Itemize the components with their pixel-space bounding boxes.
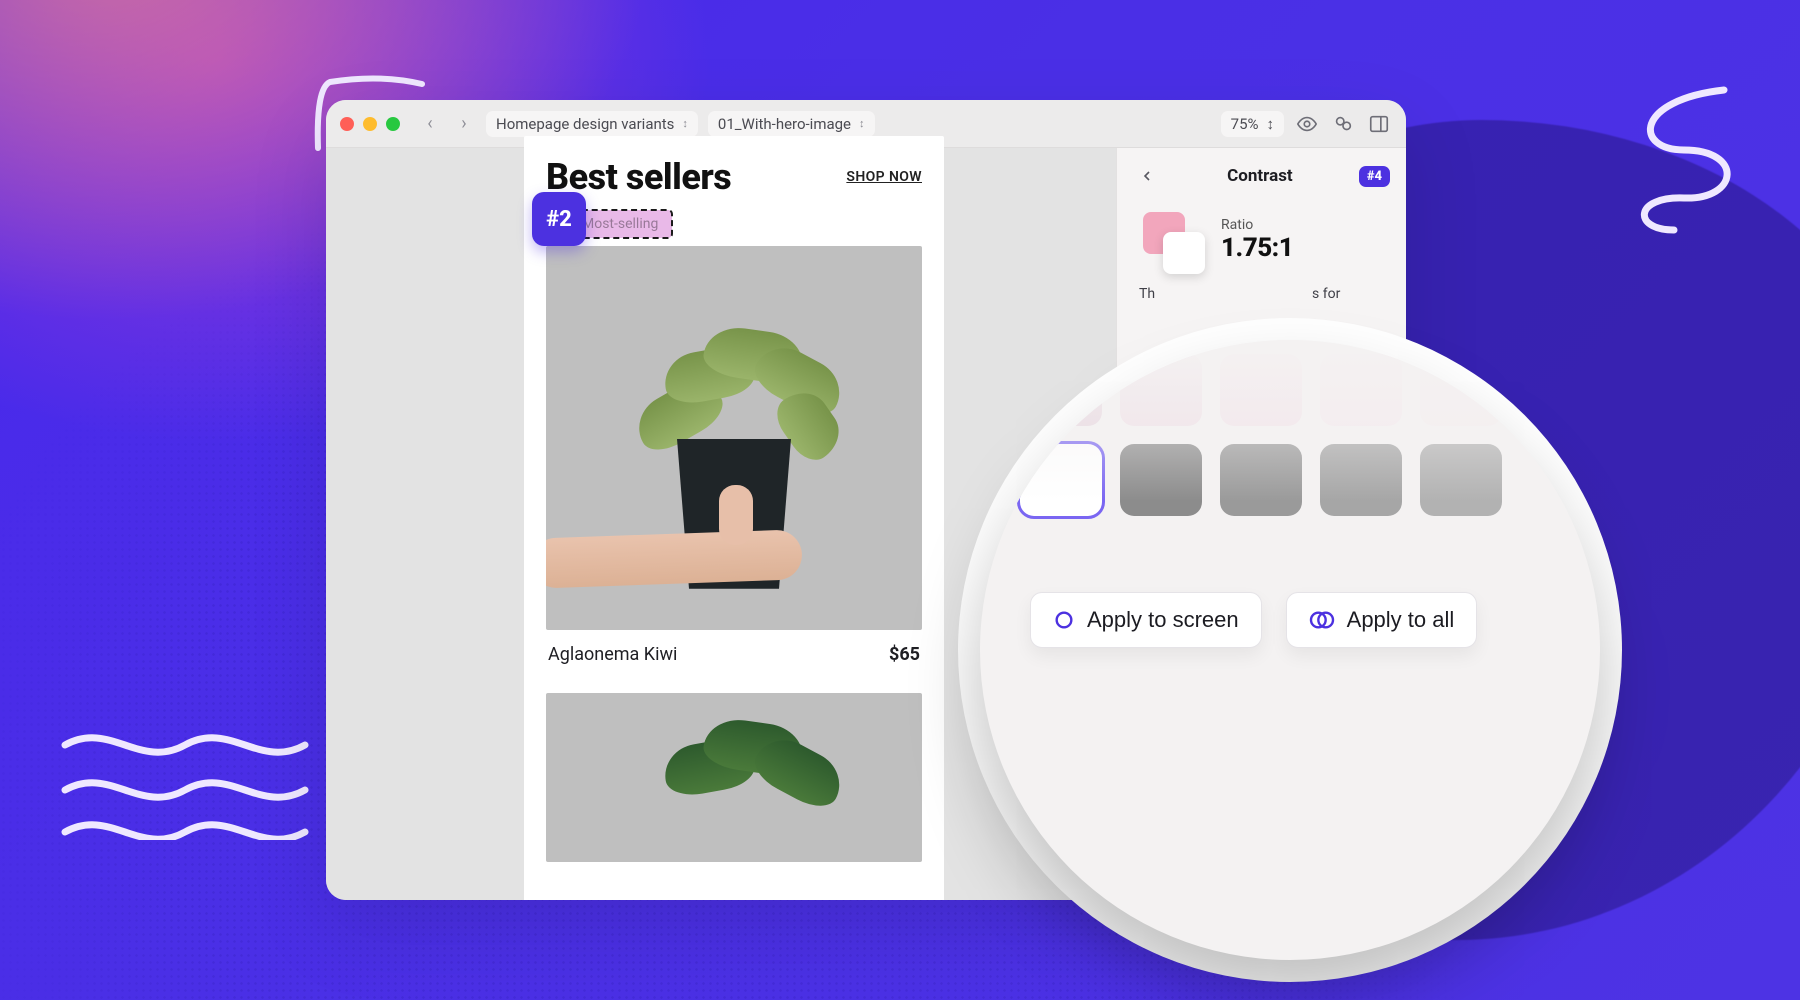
panel-title: Contrast [1227, 166, 1293, 186]
color-suggestion[interactable] [1120, 444, 1202, 516]
nav-back-button[interactable]: ‹ [418, 113, 442, 134]
color-suggestion-selected[interactable] [1020, 444, 1102, 516]
issue-marker-badge[interactable]: #2 [532, 192, 586, 246]
close-icon[interactable] [340, 117, 354, 131]
product-card[interactable] [546, 693, 922, 862]
doodle-scribble-icon [1574, 80, 1754, 240]
panel-back-button[interactable] [1133, 162, 1161, 190]
minimize-icon[interactable] [363, 117, 377, 131]
contrast-hint: Th s for [1117, 278, 1406, 311]
chevron-updown-icon: ↕ [682, 117, 688, 130]
color-suggestion[interactable] [1020, 354, 1102, 426]
window-controls[interactable] [340, 117, 400, 131]
circle-icon [1053, 609, 1075, 631]
zoom-control[interactable]: 75% ↕ [1221, 111, 1284, 137]
apply-to-all-button[interactable]: Apply to all [1286, 592, 1478, 648]
shop-now-link[interactable]: SHOP NOW [846, 169, 922, 185]
artboard[interactable]: Best sellers SHOP NOW #2 Most-selling [524, 136, 944, 900]
background-swatch[interactable] [1163, 232, 1205, 274]
apply-to-all-label: Apply to all [1347, 607, 1455, 633]
product-image [546, 693, 922, 862]
product-image [546, 246, 922, 630]
contrast-swatches[interactable] [1143, 212, 1203, 268]
product-name: Aglaonema Kiwi [548, 644, 677, 665]
contrast-preview: Ratio 1.75:1 [1117, 204, 1406, 278]
breadcrumb-project[interactable]: Homepage design variants ↕ [486, 111, 698, 137]
product-price: $65 [889, 644, 920, 665]
color-suggestion[interactable] [1320, 354, 1402, 426]
color-suggestion[interactable] [1320, 444, 1402, 516]
apply-to-screen-button[interactable]: Apply to screen [1030, 592, 1262, 648]
color-suggestion[interactable] [1220, 444, 1302, 516]
nav-forward-button[interactable]: › [452, 113, 476, 134]
ratio-label: Ratio [1221, 217, 1293, 233]
doodle-waves-icon [60, 720, 310, 840]
color-suggestion[interactable] [1220, 354, 1302, 426]
fullscreen-icon[interactable] [386, 117, 400, 131]
zoom-value: 75% [1231, 115, 1259, 133]
chevron-updown-icon: ↕ [1267, 115, 1275, 133]
ratio-value: 1.75:1 [1221, 233, 1293, 263]
panel-issue-badge[interactable]: #4 [1359, 166, 1390, 187]
panel-toggle-icon[interactable] [1366, 111, 1392, 137]
breadcrumb-artboard[interactable]: 01_With-hero-image ↕ [708, 111, 875, 137]
color-suggestion[interactable] [1120, 354, 1202, 426]
suggested-colors-grid [1020, 354, 1560, 516]
breadcrumb-artboard-label: 01_With-hero-image [718, 115, 851, 133]
color-suggestion[interactable] [1420, 354, 1502, 426]
collaborate-icon[interactable] [1330, 111, 1356, 137]
breadcrumb-project-label: Homepage design variants [496, 115, 674, 133]
apply-to-screen-label: Apply to screen [1087, 607, 1239, 633]
preview-eye-icon[interactable] [1294, 111, 1320, 137]
color-suggestion[interactable] [1420, 444, 1502, 516]
double-circle-icon [1309, 609, 1335, 631]
product-card[interactable]: Aglaonema Kiwi $65 [546, 246, 922, 665]
chevron-updown-icon: ↕ [859, 117, 865, 130]
magnifier-lens: Apply to screen Apply to all [980, 340, 1600, 960]
